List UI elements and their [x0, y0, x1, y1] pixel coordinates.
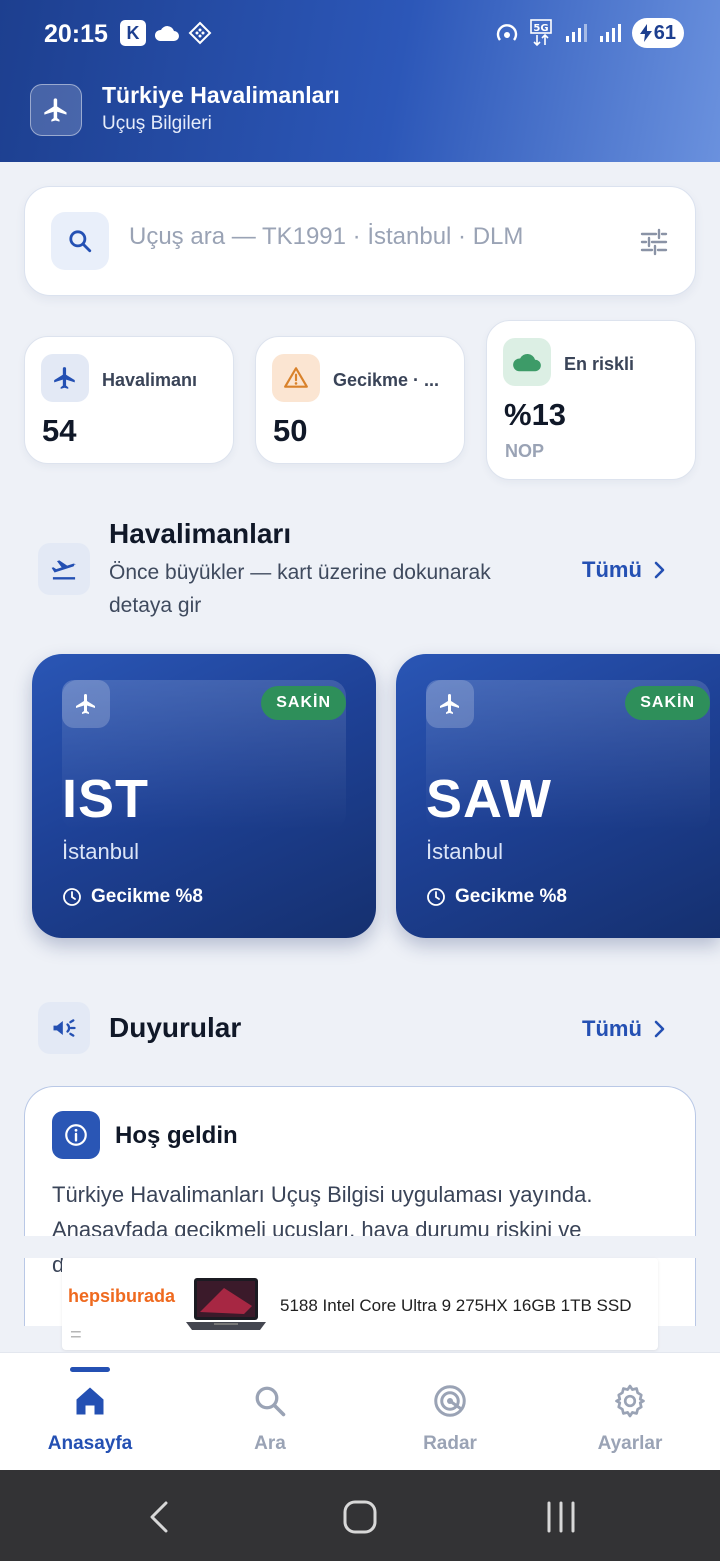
stat-value: 54 — [42, 413, 77, 448]
system-navigation-bar — [0, 1470, 720, 1561]
airport-city: İstanbul — [62, 839, 140, 864]
battery-level: 61 — [653, 21, 676, 44]
see-all-airports-link[interactable]: Tümü — [582, 557, 666, 583]
laptop-image — [186, 1278, 266, 1330]
nav-label: Anasayfa — [47, 1433, 133, 1454]
delay-text: Gecikme %8 — [91, 886, 203, 907]
stat-icon-box — [41, 354, 89, 402]
airport-plane-badge — [62, 680, 110, 728]
app-header: 20:15 K 5G 61 Türkiye Havalimanları Uçuş… — [0, 0, 720, 162]
k-app-icon: K — [120, 20, 146, 46]
status-badge: SAKİN — [261, 686, 346, 720]
section-icon-box — [38, 543, 90, 595]
ad-menu-mark: = — [70, 1324, 82, 1346]
5g-icon: 5G — [529, 19, 552, 47]
gear-icon — [615, 1384, 645, 1418]
recents-icon[interactable] — [544, 1500, 578, 1534]
announcement-title: Hoş geldin — [115, 1122, 238, 1149]
stat-icon-box — [272, 354, 320, 402]
warning-icon — [284, 367, 308, 388]
hotspot-icon — [496, 24, 517, 41]
takeoff-icon — [51, 560, 76, 580]
airplane-icon — [440, 694, 459, 714]
charging-icon — [639, 24, 652, 42]
airport-code: IST — [62, 769, 150, 829]
airport-delay: Gecikme %8 — [62, 886, 203, 908]
radar-icon — [434, 1385, 466, 1417]
nav-label: Radar — [423, 1433, 477, 1454]
nav-item-search[interactable]: Ara — [180, 1353, 360, 1471]
search-input[interactable] — [129, 223, 599, 251]
airport-code: SAW — [426, 769, 553, 829]
cloud-icon — [513, 353, 541, 372]
status-bar: 20:15 K 5G 61 — [0, 0, 720, 70]
ad-brand-logo: hepsiburada — [68, 1286, 176, 1306]
nav-active-indicator — [70, 1367, 110, 1372]
app-subtitle: Uçuş Bilgileri — [102, 113, 212, 134]
stat-card-riskiest[interactable]: En riskli %13 NOP — [486, 320, 696, 480]
stat-value: %13 — [504, 397, 567, 432]
app-title: Türkiye Havalimanları — [102, 82, 340, 108]
ad-banner[interactable]: hepsiburada = 5188 Intel Core Ultra 9 27… — [62, 1258, 658, 1350]
nav-label: Ara — [254, 1433, 286, 1454]
nav-item-home[interactable]: Anasayfa — [0, 1353, 180, 1471]
status-time: 20:15 — [44, 20, 108, 48]
see-all-label: Tümü — [582, 557, 642, 582]
grid-diamond-icon — [188, 21, 212, 45]
app-logo — [30, 84, 82, 136]
delay-text: Gecikme %8 — [455, 886, 567, 907]
section-description: Önce büyükler — kart üzerine dokunarak d… — [109, 561, 491, 617]
stat-value: 50 — [273, 413, 308, 448]
airport-card-ist[interactable]: SAKİN IST İstanbul Gecikme %8 — [32, 654, 376, 938]
signal-icon-2 — [599, 24, 621, 42]
battery-indicator: 61 — [631, 18, 684, 48]
search-icon — [255, 1386, 286, 1417]
stat-sub-label: NOP — [505, 441, 545, 461]
search-icon — [69, 230, 92, 253]
home-icon — [76, 1387, 104, 1415]
status-icons-right: 5G 61 — [494, 18, 684, 48]
see-all-announcements-link[interactable]: Tümü — [582, 1016, 666, 1042]
home-button-icon[interactable] — [342, 1500, 378, 1534]
cloud-icon — [154, 26, 179, 41]
back-icon[interactable] — [146, 1500, 172, 1534]
bottom-navigation: Anasayfa Ara Radar Ayarlar — [0, 1352, 720, 1470]
nav-item-radar[interactable]: Radar — [360, 1353, 540, 1471]
nav-label: Ayarlar — [597, 1433, 663, 1454]
clock-icon — [63, 888, 81, 906]
airplane-icon — [76, 694, 95, 714]
nav-item-settings[interactable]: Ayarlar — [540, 1353, 720, 1471]
airport-plane-badge — [426, 680, 474, 728]
section-title-announcements: Duyurular — [109, 1012, 242, 1043]
airport-delay: Gecikme %8 — [426, 886, 567, 908]
stat-label: Havalimanı — [102, 370, 198, 390]
section-title-airports: Havalimanları — [109, 518, 292, 549]
stat-label: En riskli — [564, 354, 635, 374]
announcement-icon-box — [52, 1111, 100, 1159]
megaphone-icon — [53, 1019, 76, 1037]
airport-card-saw[interactable]: SAKİN SAW İstanbul Gecikme %8 — [396, 654, 720, 938]
flight-search-bar[interactable] — [24, 186, 696, 296]
see-all-label: Tümü — [582, 1016, 642, 1041]
stat-card-delays[interactable]: Gecikme · ... 50 — [255, 336, 465, 464]
section-icon-box — [38, 1002, 90, 1054]
airplane-icon — [44, 98, 67, 122]
search-icon-box[interactable] — [51, 212, 109, 270]
chevron-right-icon — [654, 1020, 665, 1038]
svg-text:5G: 5G — [533, 23, 548, 34]
filter-icon[interactable] — [639, 227, 669, 257]
chevron-right-icon — [654, 561, 665, 579]
content-fade — [0, 1236, 720, 1258]
clock-icon — [427, 888, 445, 906]
ad-text: 5188 Intel Core Ultra 9 275HX 16GB 1TB S… — [280, 1296, 632, 1315]
stat-label: Gecikme · ... — [333, 370, 440, 390]
signal-icon-1 — [565, 24, 587, 42]
status-badge: SAKİN — [625, 686, 710, 720]
info-icon — [65, 1124, 87, 1146]
stat-icon-box — [503, 338, 551, 386]
airplane-icon — [54, 367, 75, 389]
stat-card-airports[interactable]: Havalimanı 54 — [24, 336, 234, 464]
status-icons-left: K — [120, 20, 212, 46]
airport-city: İstanbul — [426, 839, 504, 864]
